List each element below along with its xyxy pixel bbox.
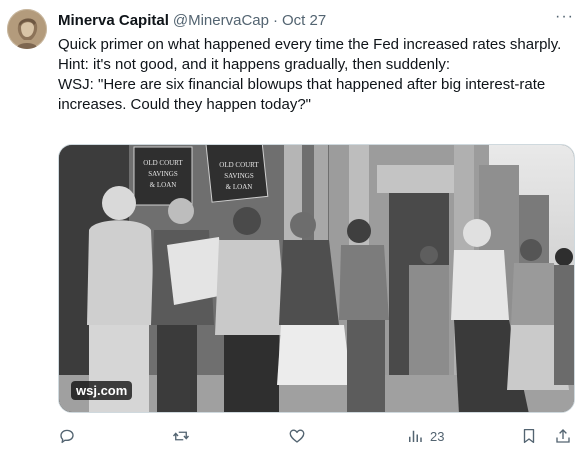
- share-icon: [556, 429, 570, 443]
- action-bar: 23: [58, 424, 575, 450]
- tweet-line-2: Hint: it's not good, and it happens grad…: [58, 56, 451, 73]
- retweet-button[interactable]: [172, 424, 190, 448]
- tweet-text: Quick primer on what happened every time…: [58, 35, 578, 115]
- bookmark-button[interactable]: [520, 424, 538, 448]
- tweet-date[interactable]: Oct 27: [282, 12, 326, 29]
- author-handle[interactable]: @MinervaCap: [173, 12, 269, 29]
- sign-right-line-2: SAVINGS: [224, 172, 254, 180]
- sign-right-line-3: & LOAN: [226, 183, 253, 191]
- tweet-card[interactable]: Minerva Capital @MinervaCap · Oct 27 ···…: [0, 0, 586, 460]
- tweet-header: Minerva Capital @MinervaCap · Oct 27 ···: [58, 8, 574, 30]
- bank-run-photo: OLD COURT SAVINGS & LOAN OLD COURT SAVIN…: [59, 145, 574, 412]
- heart-icon: [289, 429, 305, 443]
- sign-left-line-2: SAVINGS: [148, 170, 178, 178]
- sign-left-line-1: OLD COURT: [143, 159, 183, 167]
- reply-button[interactable]: [58, 424, 76, 448]
- separator-dot: ·: [272, 11, 278, 29]
- reply-icon: [60, 429, 74, 444]
- sign-left-line-3: & LOAN: [150, 181, 177, 189]
- views-icon: [409, 430, 422, 442]
- tweet-line-3: WSJ: "Here are six financial blowups tha…: [58, 76, 550, 113]
- more-options-icon[interactable]: ···: [555, 8, 574, 26]
- avatar-image: [7, 9, 47, 49]
- avatar[interactable]: [7, 9, 47, 49]
- views-button[interactable]: 23: [406, 424, 444, 448]
- media-source-badge[interactable]: wsj.com: [71, 381, 133, 400]
- views-count: 23: [430, 428, 445, 444]
- retweet-icon: [172, 431, 190, 441]
- bookmark-icon: [523, 428, 535, 444]
- share-button[interactable]: [554, 424, 572, 448]
- author-name[interactable]: Minerva Capital: [58, 12, 169, 29]
- like-button[interactable]: [288, 424, 306, 448]
- sign-right-line-1: OLD COURT: [219, 161, 259, 169]
- tweet-line-1: Quick primer on what happened every time…: [58, 36, 562, 53]
- tweet-photo[interactable]: OLD COURT SAVINGS & LOAN OLD COURT SAVIN…: [58, 144, 575, 413]
